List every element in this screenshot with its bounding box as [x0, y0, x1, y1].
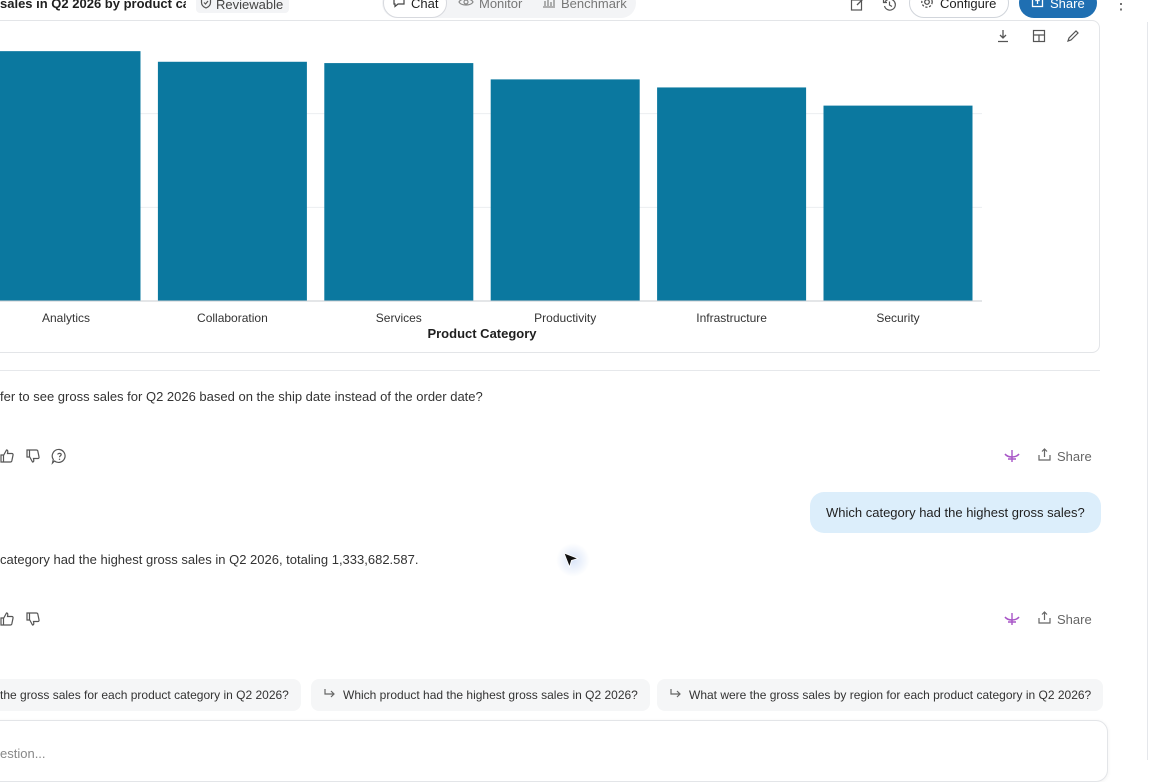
tab-monitor-label: Monitor — [479, 0, 523, 11]
bar-analytics[interactable] — [0, 51, 141, 301]
reply-arrow-icon — [669, 688, 682, 703]
share-link-label: Share — [1057, 448, 1092, 464]
table-view-icon[interactable] — [1028, 26, 1050, 46]
mouse-pointer-icon — [563, 552, 581, 575]
reviewable-label: Reviewable — [216, 0, 284, 12]
share-button[interactable]: Share — [1019, 0, 1097, 18]
suggestion-1-label: the gross sales for each product categor… — [0, 688, 289, 702]
suggestion-chip-1[interactable]: the gross sales for each product categor… — [0, 679, 301, 711]
tab-chat-label: Chat — [411, 0, 439, 11]
eye-icon — [458, 0, 474, 11]
share-label: Share — [1050, 0, 1085, 11]
x-tick-label: Security — [876, 311, 919, 325]
x-tick-label: Collaboration — [197, 311, 268, 325]
ai-sparkle-icon[interactable] — [1003, 447, 1021, 470]
suggestion-chip-3[interactable]: What were the gross sales by region for … — [657, 679, 1104, 711]
thumbs-down-icon[interactable] — [24, 447, 42, 465]
ai-sparkle-icon[interactable] — [1003, 610, 1021, 633]
tab-chat[interactable]: Chat — [383, 0, 448, 18]
x-tick-label: Analytics — [42, 311, 90, 325]
assistant-followup-text: fer to see gross sales for Q2 2026 based… — [0, 389, 483, 404]
history-icon[interactable] — [878, 0, 900, 14]
thumbs-up-icon[interactable] — [0, 610, 16, 628]
feedback-row-2 — [0, 610, 42, 628]
tab-benchmark[interactable]: Benchmark — [534, 0, 635, 18]
tab-benchmark-label: Benchmark — [561, 0, 627, 11]
share-link-label: Share — [1057, 611, 1092, 627]
tab-monitor[interactable]: Monitor — [450, 0, 530, 18]
x-tick-label: Productivity — [534, 311, 596, 325]
comment-question-icon[interactable] — [50, 447, 68, 465]
pencil-icon[interactable] — [1062, 26, 1084, 46]
bar-services[interactable] — [324, 63, 474, 301]
edit-icon[interactable] — [846, 0, 868, 14]
more-options-icon[interactable]: ⋮ — [1113, 0, 1129, 18]
share-link-2[interactable]: Share — [1037, 610, 1092, 628]
bar-chart: Analytics Collaboration Services Productivi… — [0, 51, 982, 341]
page-title: sales in Q2 2026 by product ca — [0, 0, 186, 11]
panel-divider — [1147, 22, 1148, 760]
thumbs-down-icon[interactable] — [24, 610, 42, 628]
suggestion-3-label: What were the gross sales by region for … — [689, 688, 1092, 702]
reviewable-badge[interactable]: Reviewable — [196, 0, 290, 13]
shield-check-icon — [200, 0, 212, 12]
upload-icon — [1037, 610, 1052, 628]
user-message-bubble: Which category had the highest gross sal… — [810, 492, 1101, 533]
assistant-answer-text: category had the highest gross sales in … — [0, 552, 419, 567]
share-link-1[interactable]: Share — [1037, 447, 1092, 465]
chat-bubble-icon — [392, 0, 406, 11]
bar-productivity[interactable] — [490, 79, 640, 301]
x-tick-label: Services — [376, 311, 422, 325]
configure-label: Configure — [940, 0, 997, 11]
gear-icon — [920, 0, 934, 12]
configure-button[interactable]: Configure — [909, 0, 1010, 18]
bar-security[interactable] — [823, 105, 973, 302]
bar-chart-icon — [542, 0, 556, 11]
message-input-placeholder: estion... — [0, 746, 46, 761]
upload-icon — [1037, 447, 1052, 465]
feedback-row-1 — [0, 447, 68, 465]
x-tick-label: Infrastructure — [696, 311, 767, 325]
thumbs-up-icon[interactable] — [0, 447, 16, 465]
message-input[interactable] — [0, 720, 1108, 782]
message-divider — [0, 370, 1100, 371]
x-axis-title: Product Category — [427, 326, 537, 341]
suggestion-2-label: Which product had the highest gross sale… — [343, 688, 638, 702]
bar-infrastructure[interactable] — [657, 87, 807, 301]
bar-collaboration[interactable] — [157, 61, 307, 302]
reply-arrow-icon — [323, 688, 336, 703]
share-box-icon — [1031, 0, 1044, 11]
suggestion-chip-2[interactable]: Which product had the highest gross sale… — [311, 679, 650, 711]
